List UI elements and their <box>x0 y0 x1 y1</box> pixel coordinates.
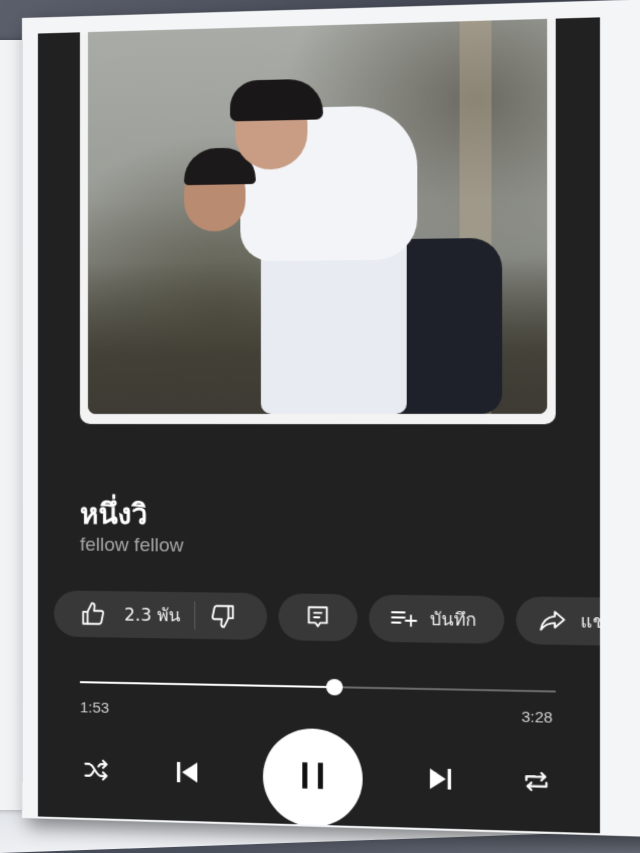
save-button[interactable]: บันทึก <box>369 594 504 643</box>
progress-thumb[interactable] <box>326 679 343 696</box>
song-title: หนึ่งวิ <box>80 492 148 537</box>
background-card <box>0 40 22 810</box>
like-dislike-pill: 2.3 พัน <box>54 590 267 640</box>
album-art-frame <box>80 19 556 425</box>
playlist-add-icon <box>390 606 419 631</box>
shuffle-icon <box>82 755 110 789</box>
share-button[interactable]: แชร์ <box>516 596 600 646</box>
dislike-icon <box>210 603 237 630</box>
share-icon <box>537 607 567 634</box>
repeat-button[interactable] <box>517 764 556 802</box>
pause-button[interactable] <box>263 727 363 828</box>
next-icon <box>425 763 457 800</box>
save-label: บันทึก <box>430 605 477 634</box>
comment-button[interactable] <box>278 593 357 641</box>
device-card: หนึ่งวิ fellow fellow 2.3 พัน บันทึก แชร… <box>22 0 640 837</box>
player-screen: หนึ่งวิ fellow fellow 2.3 พัน บันทึก แชร… <box>38 17 600 833</box>
comment-icon <box>304 604 331 631</box>
progress-bar[interactable] <box>80 681 556 695</box>
previous-button[interactable] <box>167 754 208 796</box>
like-icon <box>80 601 106 628</box>
share-label: แชร์ <box>581 607 600 636</box>
total-time: 3:28 <box>521 708 552 726</box>
progress-fill <box>80 681 334 688</box>
like-button[interactable]: 2.3 พัน <box>80 600 180 629</box>
song-artist[interactable]: fellow fellow <box>80 535 184 558</box>
action-bar: 2.3 พัน บันทึก แชร์ <box>54 590 600 646</box>
previous-icon <box>172 756 203 792</box>
like-count: 2.3 พัน <box>124 601 180 629</box>
next-button[interactable] <box>419 760 461 802</box>
pill-divider <box>195 601 196 629</box>
playback-controls <box>38 714 600 831</box>
repeat-icon <box>520 766 552 801</box>
pause-icon <box>295 757 330 798</box>
album-art[interactable] <box>88 19 547 414</box>
current-time: 1:53 <box>80 699 109 717</box>
shuffle-button[interactable] <box>78 753 114 790</box>
dislike-button[interactable] <box>210 603 237 630</box>
